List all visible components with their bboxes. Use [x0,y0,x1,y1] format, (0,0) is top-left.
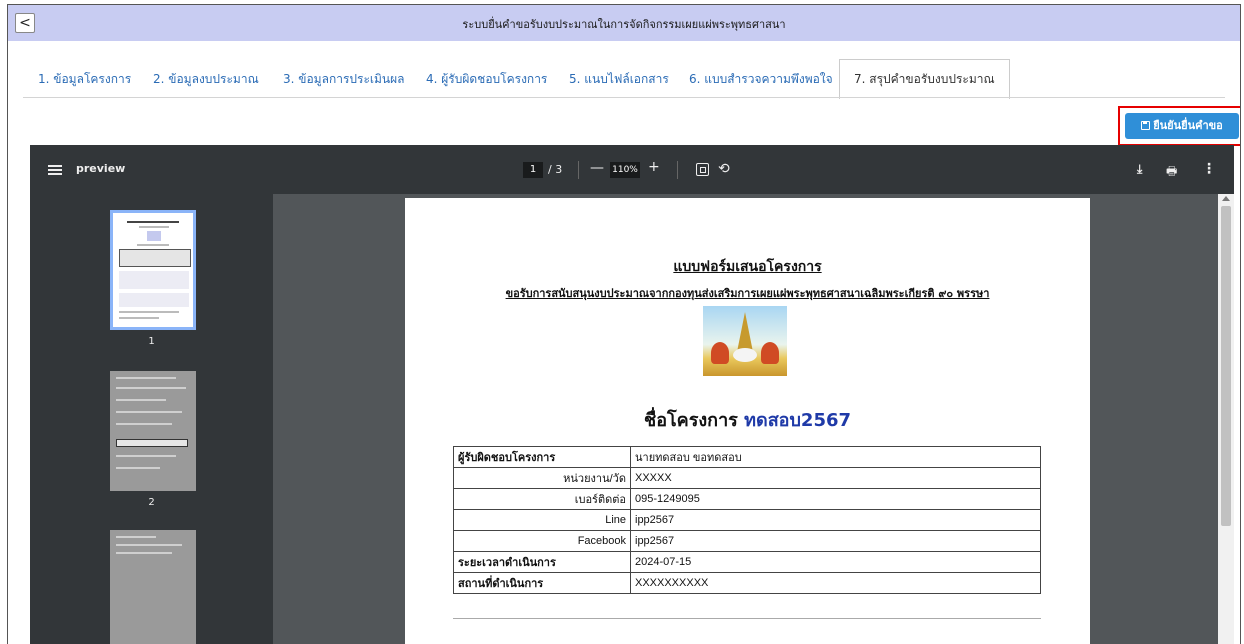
page-title: ระบบยื่นคำขอรับงบประมาณในการจัดกิจกรรมเผ… [462,18,786,31]
thumbnail-sidebar: 1 2 [30,194,273,644]
tab-satisfaction-survey[interactable]: 6. แบบสำรวจความพึงพอใจ [689,61,833,97]
project-name: ทดสอบ2567 [744,410,852,431]
fit-to-page-icon[interactable] [696,163,709,176]
viewer-toolbar: preview 1 / 3 — 110% + ⟲ ⤓ 🖶 ⋮ [30,145,1234,194]
document-title: แบบฟอร์มเสนอโครงการ [673,259,822,275]
viewer-title: preview [76,162,126,175]
header-bar: < ระบบยื่นคำขอรับงบประมาณในการจัดกิจกรรม… [8,5,1240,41]
table-row: Line ipp2567 [453,509,1041,531]
menu-icon[interactable] [48,165,62,175]
more-options-icon[interactable]: ⋮ [1202,161,1216,177]
thumbnail-label: 1 [148,336,155,347]
tab-summary[interactable]: 7. สรุปคำขอรับงบประมาณ [839,59,1010,99]
row-value: 2024-07-15 [630,551,1041,573]
rotate-icon[interactable]: ⟲ [718,161,730,177]
row-key: ระยะเวลาดำเนินการ [453,551,631,573]
scroll-up-icon[interactable] [1222,196,1230,201]
confirm-submit-button[interactable]: ยืนยันยื่นคำขอ [1125,113,1239,139]
zoom-out-icon[interactable]: — [590,160,604,176]
print-icon[interactable]: 🖶 [1166,162,1177,183]
thumbnail-page-1[interactable] [110,210,196,330]
row-value: นายทดสอบ ขอทดสอบ [630,446,1041,468]
viewer-scrollbar[interactable] [1218,194,1234,644]
scrollbar-thumb[interactable] [1221,206,1231,526]
thumbnail-label: 2 [148,497,155,508]
page-total: / 3 [548,163,563,176]
row-value: ipp2567 [630,509,1041,531]
table-row: ผู้รับผิดชอบโครงการ นายทดสอบ ขอทดสอบ [453,446,1041,468]
project-heading: ชื่อโครงการ ทดสอบ2567 [405,405,1090,434]
row-value: ipp2567 [630,530,1041,552]
tab-budget-info[interactable]: 2. ข้อมูลงบประมาณ [153,61,259,97]
table-row: ระยะเวลาดำเนินการ 2024-07-15 [453,551,1041,573]
toolbar-separator [677,161,678,179]
row-key: หน่วยงาน/วัด [453,467,631,489]
save-icon [1141,121,1151,130]
row-key: เบอร์ติดต่อ [453,488,631,510]
row-value: XXXXXXXXXX [630,572,1041,594]
zoom-level-input[interactable]: 110% [610,162,640,178]
zoom-in-icon[interactable]: + [648,159,660,175]
row-key: ผู้รับผิดชอบโครงการ [453,446,631,468]
confirm-submit-label: ยืนยันยื่นคำขอ [1153,119,1223,132]
row-key: สถานที่ดำเนินการ [453,572,631,594]
table-row: หน่วยงาน/วัด XXXXX [453,467,1041,489]
tab-responsible-person[interactable]: 4. ผู้รับผิดชอบโครงการ [426,61,547,97]
document-subtitle: ขอรับการสนับสนุนงบประมาณจากกองทุนส่งเสริ… [505,287,990,300]
table-row: สถานที่ดำเนินการ XXXXXXXXXX [453,572,1041,594]
row-value: XXXXX [630,467,1041,489]
confirm-highlight: ยืนยันยื่นคำขอ [1118,106,1240,146]
document-page: แบบฟอร์มเสนอโครงการ ขอรับการสนับสนุนงบปร… [405,198,1090,644]
row-value: 095-1249095 [630,488,1041,510]
tab-divider [23,97,1225,98]
tab-project-info[interactable]: 1. ข้อมูลโครงการ [38,61,131,97]
page-number-input[interactable]: 1 [523,162,543,178]
table-row: เบอร์ติดต่อ 095-1249095 [453,488,1041,510]
app-frame: < ระบบยื่นคำขอรับงบประมาณในการจัดกิจกรรม… [7,4,1241,644]
download-icon[interactable]: ⤓ [1137,162,1142,177]
project-label: ชื่อโครงการ [643,410,738,431]
temple-logo-image [703,306,787,376]
thumbnail-page-2[interactable] [110,371,196,491]
table-row: Facebook ipp2567 [453,530,1041,552]
project-info-table: ผู้รับผิดชอบโครงการ นายทดสอบ ขอทดสอบ หน่… [453,446,1041,594]
row-key: Facebook [453,530,631,552]
divider [453,618,1041,619]
tab-evaluation-info[interactable]: 3. ข้อมูลการประเมินผล [283,61,405,97]
toolbar-separator [578,161,579,179]
thumbnail-page-3[interactable] [110,530,196,644]
pdf-viewer: preview 1 / 3 — 110% + ⟲ ⤓ 🖶 ⋮ 1 2 แบบฟอ… [30,145,1234,644]
tab-attach-files[interactable]: 5. แนบไฟล์เอกสาร [569,61,669,97]
row-key: Line [453,509,631,531]
